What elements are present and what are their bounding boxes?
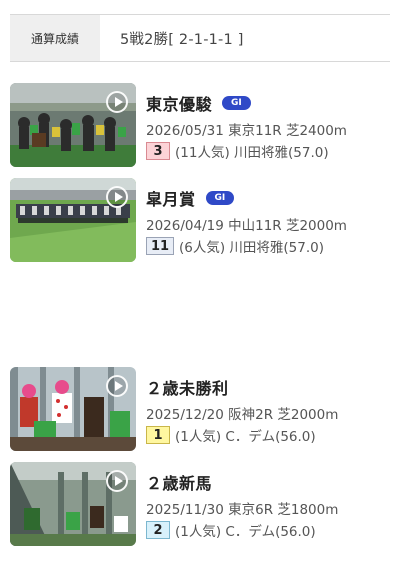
race-item[interactable]: 東京優駿 GI 2026/05/31 東京11R 芝2400m 3 (11人気)… (10, 83, 390, 169)
summary-label: 通算成績 (10, 15, 100, 61)
race-item[interactable]: ２歳新馬 2025/11/30 東京6R 芝1800m 2 (1人気) C．デム… (10, 462, 390, 548)
race-meta: 2025/11/30 東京6R 芝1800m (146, 502, 339, 518)
finish-position: 11 (146, 237, 174, 255)
race-name[interactable]: 皐月賞 (146, 186, 196, 210)
race-item[interactable]: ２歳未勝利 2025/12/20 阪神2R 芝2000m 1 (1人気) C．デ… (10, 367, 390, 453)
race-video-thumbnail[interactable] (10, 178, 136, 262)
race-video-thumbnail[interactable] (10, 367, 136, 451)
race-meta: 2025/12/20 阪神2R 芝2000m (146, 407, 339, 423)
race-name[interactable]: 東京優駿 (146, 91, 212, 115)
play-icon[interactable] (106, 91, 128, 113)
race-name[interactable]: ２歳未勝利 (146, 375, 229, 399)
finish-position: 1 (146, 426, 170, 444)
race-meta: 2026/04/19 中山11R 芝2000m (146, 218, 347, 234)
play-icon[interactable] (106, 470, 128, 492)
jockey-info: (11人気) 川田将雅(57.0) (175, 145, 329, 161)
summary-value: 5戦2勝[ 2-1-1-1 ] (120, 31, 244, 48)
jockey-info: (6人気) 川田将雅(57.0) (179, 240, 325, 256)
finish-position: 2 (146, 521, 170, 539)
race-meta: 2026/05/31 東京11R 芝2400m (146, 123, 347, 139)
career-summary: 通算成績 5戦2勝[ 2-1-1-1 ] (10, 14, 390, 62)
race-video-thumbnail[interactable] (10, 83, 136, 167)
grade-badge: GI (222, 96, 251, 110)
race-item[interactable]: 皐月賞 GI 2026/04/19 中山11R 芝2000m 11 (6人気) … (10, 178, 390, 264)
jockey-info: (1人気) C．デム(56.0) (175, 429, 316, 445)
play-icon[interactable] (106, 186, 128, 208)
grade-badge: GI (205, 191, 235, 205)
race-name[interactable]: ２歳新馬 (146, 470, 212, 494)
finish-position: 3 (146, 142, 170, 160)
play-icon[interactable] (106, 375, 128, 397)
race-video-thumbnail[interactable] (10, 462, 136, 546)
jockey-info: (1人気) C．デム(56.0) (175, 524, 316, 540)
